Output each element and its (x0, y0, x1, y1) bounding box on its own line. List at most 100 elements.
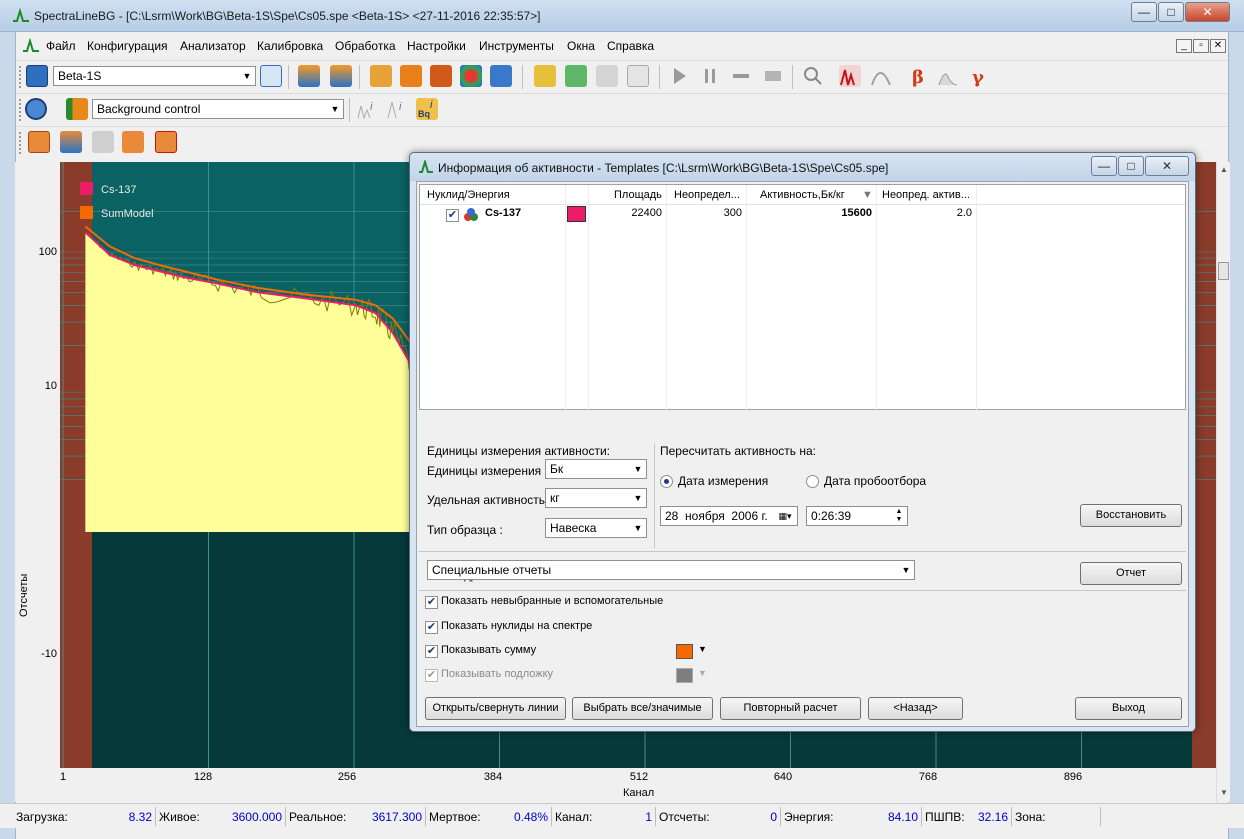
dialog-maximize-button[interactable]: □ (1118, 156, 1144, 176)
special-reports-select[interactable]: Специальные отчеты ▼ (427, 560, 915, 580)
roi-lock-icon[interactable] (28, 131, 50, 153)
menu-processing[interactable]: Обработка (335, 39, 396, 53)
nuclide-icon[interactable] (460, 65, 482, 87)
close-button[interactable]: ✕ (1185, 2, 1230, 22)
col-nuclide[interactable]: Нуклид/Энергия (427, 189, 510, 201)
background-select[interactable]: Background control ▼ (92, 99, 344, 119)
bg-peak-icon[interactable]: i (386, 98, 408, 120)
open-icon[interactable] (298, 65, 320, 87)
pause-icon[interactable] (699, 65, 721, 87)
roi-db-disabled-icon[interactable] (92, 131, 114, 153)
menu-windows[interactable]: Окна (567, 39, 595, 53)
play-icon[interactable] (668, 65, 690, 87)
save-icon[interactable] (330, 65, 352, 87)
peak-search-icon[interactable] (870, 65, 892, 87)
roi-move-icon[interactable] (122, 131, 144, 153)
mark-icon[interactable] (839, 65, 861, 87)
row-cs137-color-swatch[interactable] (567, 206, 586, 222)
config-icon[interactable] (26, 65, 48, 87)
recalculate-button[interactable]: Повторный расчет (720, 697, 861, 720)
zoom-icon[interactable] (802, 65, 824, 87)
scroll-down-icon[interactable]: ▼ (1220, 788, 1228, 797)
show-nuclides-label[interactable]: Показать нуклиды на спектре (441, 620, 592, 632)
radio-measure-date-label[interactable]: Дата измерения (678, 474, 768, 488)
plot-vertical-scrollbar[interactable]: ▲ ▼ (1216, 162, 1230, 802)
col-activity[interactable]: Активность,Бк/кг (760, 189, 845, 201)
show-sum-label[interactable]: Показывать сумму (441, 644, 536, 656)
bg-icon[interactable] (66, 98, 88, 120)
detector-select[interactable]: Beta-1S ▼ (53, 66, 256, 86)
scroll-up-icon[interactable]: ▲ (1220, 165, 1228, 174)
status-load-value: 8.32 (128, 810, 152, 824)
toggle-lines-button[interactable]: Открыть/свернуть линии (425, 697, 566, 720)
y-tick-10: 10 (44, 380, 57, 392)
report-button[interactable]: Отчет (1080, 562, 1182, 585)
minimize-button[interactable]: — (1131, 2, 1157, 22)
calibration-icon[interactable] (534, 65, 556, 87)
dialog-close-button[interactable]: ✕ (1145, 156, 1189, 176)
col-activity-unc[interactable]: Неопред. актив... (882, 189, 970, 201)
show-nuclides-checkbox[interactable]: ✔ (425, 621, 438, 634)
menu-configuration[interactable]: Конфигурация (87, 39, 168, 53)
clear-icon[interactable] (762, 65, 784, 87)
background-color-swatch[interactable] (676, 668, 693, 683)
sum-color-dropdown-icon[interactable]: ▼ (698, 644, 707, 654)
row-cs137-checkbox[interactable]: ✔ (446, 209, 459, 222)
show-background-checkbox[interactable]: ✔ (425, 669, 438, 682)
show-unselected-checkbox[interactable]: ✔ (425, 596, 438, 609)
shape-icon[interactable] (937, 65, 959, 87)
col-uncertainty[interactable]: Неопредел... (674, 189, 740, 201)
calendar-icon[interactable]: ▦▾ (773, 507, 797, 525)
select-all-button[interactable]: Выбрать все/значимые (572, 697, 713, 720)
mdi-restore-button[interactable]: ▫ (1193, 39, 1209, 53)
mdi-minimize-button[interactable]: _ (1176, 39, 1192, 53)
background-color-dropdown-icon[interactable]: ▼ (698, 668, 707, 678)
dialog-minimize-button[interactable]: — (1091, 156, 1117, 176)
beta-icon[interactable]: β (908, 65, 930, 88)
gamma-icon[interactable]: γ (969, 65, 991, 88)
time-field[interactable]: 0:26:39 ▲ ▼ (806, 506, 908, 526)
back-button[interactable]: <Назад> (868, 697, 963, 720)
col-area[interactable]: Площадь (614, 189, 662, 201)
roi-delete-icon[interactable] (155, 131, 177, 153)
menu-help[interactable]: Справка (607, 39, 654, 53)
restore-button[interactable]: Восстановить (1080, 504, 1182, 527)
show-unselected-label[interactable]: Показать невыбранные и вспомогательные (441, 595, 663, 607)
toolbar-main: Beta-1S ▼ β γ (16, 60, 1228, 92)
peak-p-icon[interactable] (596, 65, 618, 87)
scroll-thumb[interactable] (1218, 262, 1229, 280)
menu-file[interactable]: Файл (46, 39, 76, 53)
menu-tools[interactable]: Инструменты (479, 39, 554, 53)
show-sum-checkbox[interactable]: ✔ (425, 645, 438, 658)
menu-settings[interactable]: Настройки (407, 39, 466, 53)
radio-sampling-date-label[interactable]: Дата пробоотбора (824, 474, 926, 488)
roi-db-icon[interactable] (60, 131, 82, 153)
bq-icon[interactable]: Bq i (416, 98, 438, 120)
sum-color-swatch[interactable] (676, 644, 693, 659)
spectrum-list-icon[interactable] (260, 65, 282, 87)
maximize-button[interactable]: □ (1158, 2, 1184, 22)
curve-icon[interactable] (627, 65, 649, 87)
mdi-close-button[interactable]: ✕ (1210, 39, 1226, 53)
y-tick-neg10: -10 (41, 648, 57, 660)
stop-icon[interactable] (730, 65, 752, 87)
export-icon[interactable] (430, 65, 452, 87)
menu-calibration[interactable]: Калибровка (257, 39, 323, 53)
bg-stat-icon[interactable]: i (356, 98, 378, 120)
bg-info-icon[interactable] (25, 98, 47, 120)
save-disk-icon[interactable] (400, 65, 422, 87)
report-icon[interactable] (490, 65, 512, 87)
open-folder-icon[interactable] (370, 65, 392, 87)
radio-sampling-date[interactable] (806, 475, 819, 488)
specific-activity-select[interactable]: кг ▼ (545, 488, 647, 508)
peak-icon[interactable] (565, 65, 587, 87)
sample-type-select[interactable]: Навеска ▼ (545, 518, 647, 538)
show-background-label[interactable]: Показывать подложку (441, 668, 553, 680)
nuclide-grid[interactable]: Нуклид/Энергия Площадь Неопредел... Акти… (419, 184, 1186, 411)
units-select[interactable]: Бк ▼ (545, 459, 647, 479)
radio-measure-date[interactable] (660, 475, 673, 488)
exit-button[interactable]: Выход (1075, 697, 1182, 720)
menu-analyzer[interactable]: Анализатор (180, 39, 246, 53)
date-picker[interactable]: 28 ноября 2006 г. ▦▾ (660, 506, 798, 526)
time-spinner-icon[interactable]: ▲ ▼ (891, 507, 907, 525)
